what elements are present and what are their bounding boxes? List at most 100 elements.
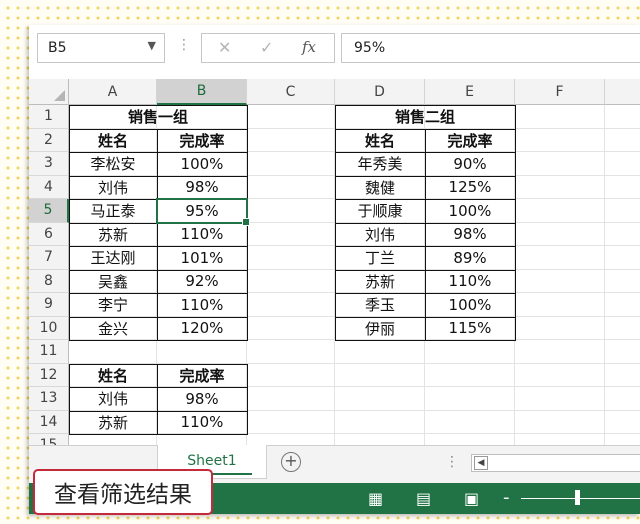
row-header-2[interactable]: 2 [29,128,69,152]
sales-group-2-title[interactable]: 销售二组 [335,105,515,129]
row-header-3[interactable]: 3 [29,152,69,176]
row-header-10[interactable]: 10 [29,316,69,340]
normal-view-icon[interactable]: ▦ [368,489,383,508]
sales-group-1-cell[interactable]: 98% [157,176,247,200]
cell[interactable] [247,199,335,223]
zoom-slider-thumb[interactable] [575,490,580,505]
column-header-e[interactable]: E [425,79,515,105]
sales-group-2-cell[interactable]: 伊丽 [335,317,425,341]
sales-group-2-header[interactable]: 完成率 [425,129,515,153]
cell[interactable] [605,317,640,340]
filter-result-cell[interactable]: 刘伟 [69,387,157,411]
cell[interactable] [605,129,640,152]
sales-group-1-cell[interactable]: 120% [157,317,247,341]
cell[interactable] [335,363,425,387]
row-header-4[interactable]: 4 [29,175,69,199]
sales-group-2-cell[interactable]: 100% [425,293,515,317]
worksheet-grid[interactable]: ABCDEF123456789101112131415销售一组姓名完成率李松安1… [29,79,640,458]
cell[interactable] [425,387,515,411]
horizontal-scrollbar[interactable]: ◀ [471,454,640,472]
cell[interactable] [515,387,605,411]
cell[interactable] [605,105,640,129]
cell[interactable] [247,128,335,152]
row-header-12[interactable]: 12 [29,363,69,387]
cell[interactable] [515,105,605,129]
column-header-a[interactable]: A [69,79,157,105]
filter-result-header[interactable]: 姓名 [69,364,157,388]
cell[interactable] [515,246,605,270]
sales-group-1-cell[interactable]: 95% [157,199,247,223]
tab-split-icon[interactable]: ⋮ [445,454,459,470]
row-header-8[interactable]: 8 [29,269,69,293]
cell[interactable] [335,340,425,364]
filter-result-header[interactable]: 完成率 [157,364,247,388]
name-box-dropdown-icon[interactable]: ▼ [148,39,156,52]
sales-group-2-cell[interactable]: 98% [425,223,515,247]
cell[interactable] [247,152,335,176]
cell[interactable] [247,340,335,364]
name-box[interactable]: B5 ▼ [37,33,165,63]
cell[interactable] [605,387,640,411]
cell[interactable] [247,363,335,387]
scroll-left-icon[interactable]: ◀ [474,456,488,470]
sales-group-2-cell[interactable]: 年秀美 [335,152,425,176]
formula-bar-grip-icon[interactable]: ⋮ [177,37,191,53]
sales-group-1-cell[interactable]: 王达刚 [69,246,157,270]
cell[interactable] [515,363,605,387]
row-header-6[interactable]: 6 [29,222,69,246]
insert-function-icon[interactable]: fx [302,38,316,56]
cell[interactable] [425,410,515,434]
sales-group-1-cell[interactable]: 李松安 [69,152,157,176]
sales-group-2-cell[interactable]: 115% [425,317,515,341]
cell[interactable] [247,175,335,199]
cell[interactable] [605,340,640,364]
zoom-out-button[interactable]: - [503,487,510,508]
sales-group-1-cell[interactable]: 苏新 [69,223,157,247]
cell[interactable] [605,270,640,293]
cell[interactable] [605,293,640,317]
cell[interactable] [247,293,335,317]
sales-group-2-cell[interactable]: 100% [425,199,515,223]
zoom-slider-track[interactable] [521,498,640,499]
row-header-11[interactable]: 11 [29,340,69,364]
row-header-7[interactable]: 7 [29,246,69,270]
cell[interactable] [425,363,515,387]
sales-group-2-cell[interactable]: 季玉 [335,293,425,317]
cell[interactable] [605,246,640,270]
cell[interactable] [247,387,335,411]
sales-group-2-cell[interactable]: 110% [425,270,515,294]
page-break-icon[interactable]: ▣ [464,489,479,508]
sales-group-2-cell[interactable]: 89% [425,246,515,270]
sales-group-1-cell[interactable]: 李宁 [69,293,157,317]
page-layout-icon[interactable]: ▤ [416,489,431,508]
sales-group-1-header[interactable]: 姓名 [69,129,157,153]
column-header-d[interactable]: D [335,79,425,105]
row-header-1[interactable]: 1 [29,105,69,129]
sales-group-1-cell[interactable]: 金兴 [69,317,157,341]
add-sheet-icon[interactable]: + [281,452,301,472]
column-header-c[interactable]: C [247,79,335,105]
filter-result-cell[interactable]: 110% [157,411,247,435]
sales-group-1-cell[interactable]: 马正泰 [69,199,157,223]
cell[interactable] [605,152,640,176]
cell[interactable] [515,293,605,317]
cell[interactable] [157,340,247,364]
cell[interactable] [605,411,640,434]
row-header-5[interactable]: 5 [29,199,69,223]
sales-group-2-header[interactable]: 姓名 [335,129,425,153]
column-header-extra[interactable] [605,79,640,105]
cell[interactable] [515,222,605,246]
cell[interactable] [247,222,335,246]
cell[interactable] [247,269,335,293]
sales-group-2-cell[interactable]: 刘伟 [335,223,425,247]
cell[interactable] [605,176,640,199]
sales-group-1-cell[interactable]: 刘伟 [69,176,157,200]
sales-group-1-header[interactable]: 完成率 [157,129,247,153]
cancel-icon[interactable]: ✕ [218,38,231,57]
sales-group-2-cell[interactable]: 90% [425,152,515,176]
cell[interactable] [515,152,605,176]
sales-group-1-cell[interactable]: 110% [157,293,247,317]
row-header-14[interactable]: 14 [29,410,69,434]
sales-group-1-cell[interactable]: 吴鑫 [69,270,157,294]
sales-group-2-cell[interactable]: 丁兰 [335,246,425,270]
